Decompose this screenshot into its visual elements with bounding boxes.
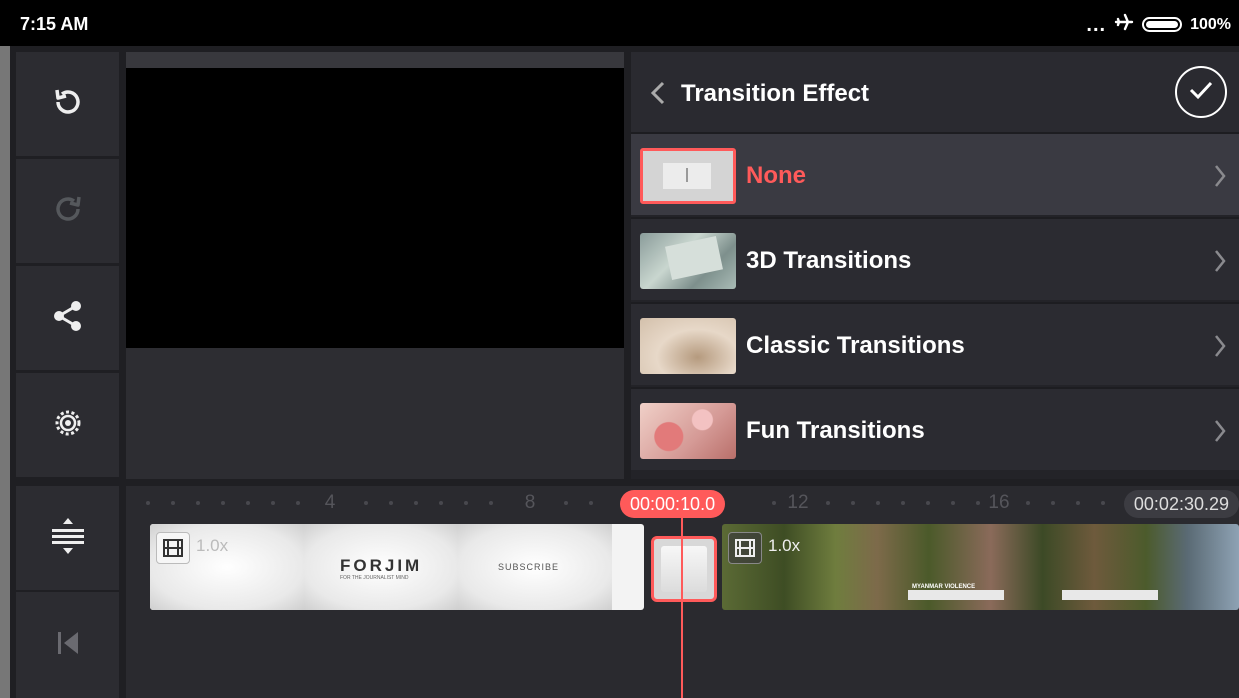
- caption-band: [908, 590, 1004, 600]
- video-clip-2[interactable]: MYANMAR VIOLENCE 1.0x: [722, 524, 1239, 610]
- clip-caption: MYANMAR VIOLENCE: [912, 584, 976, 590]
- ruler-tick: [976, 501, 980, 505]
- ruler-tick: [439, 501, 443, 505]
- row-label: None: [746, 162, 806, 189]
- expand-timeline-icon: [50, 516, 86, 561]
- transition-thumbnail: [640, 148, 736, 204]
- clip-speed: 1.0x: [196, 536, 229, 555]
- status-icons: ... 100%: [1086, 13, 1231, 36]
- panel-title: Transition Effect: [681, 80, 870, 107]
- ruler-tick: [221, 501, 225, 505]
- panel-header: Transition Effect: [631, 52, 1239, 132]
- transition-row-fun[interactable]: Fun Transitions: [631, 387, 1239, 470]
- clip-subscribe-text: SUBSCRIBE: [498, 562, 560, 572]
- clip-logo-subtitle: FOR THE JOURNALIST MIND: [340, 575, 409, 581]
- undo-icon: [49, 83, 87, 126]
- status-bar: 7:15 AM ... 100%: [0, 0, 1239, 46]
- transition-row-classic[interactable]: Classic Transitions: [631, 302, 1239, 385]
- transition-effect-panel: Transition Effect None 3D Transitions Cl…: [631, 52, 1239, 479]
- total-duration-badge: 00:02:30.29: [1123, 490, 1239, 518]
- jump-to-start-button[interactable]: [16, 592, 119, 698]
- transition-thumbnail: [640, 233, 736, 289]
- back-chevron-icon[interactable]: [649, 80, 667, 111]
- chevron-right-icon: [1213, 163, 1227, 194]
- transition-thumbnail: [640, 403, 736, 459]
- ruler-tick: [1026, 501, 1030, 505]
- airplane-mode-icon: [1114, 13, 1134, 36]
- ruler-tick: [1101, 501, 1105, 505]
- chevron-right-icon: [1213, 248, 1227, 279]
- ruler-number: 8: [524, 492, 536, 513]
- gear-icon: [50, 405, 86, 446]
- transition-slot[interactable]: [651, 536, 717, 602]
- transition-row-none[interactable]: None: [631, 132, 1239, 215]
- chevron-right-icon: [1213, 333, 1227, 364]
- ruler-tick: [364, 501, 368, 505]
- ruler-tick: [1051, 501, 1055, 505]
- ruler-tick: [489, 501, 493, 505]
- video-preview[interactable]: [126, 68, 624, 348]
- more-notifications-icon: ...: [1086, 13, 1107, 36]
- row-label: 3D Transitions: [746, 247, 912, 274]
- transition-slot-thumbnail: [661, 546, 707, 592]
- ruler-tick: [296, 501, 300, 505]
- video-clip-1[interactable]: 1.0x FORJIM FOR THE JOURNALIST MIND SUBS…: [150, 524, 644, 610]
- ruler-tick: [826, 501, 830, 505]
- timeline[interactable]: 4 8 12 16 00:00:10.0 00:02:30.29 1.0x FO…: [126, 486, 1239, 698]
- ruler-tick: [271, 501, 275, 505]
- redo-button[interactable]: [16, 159, 119, 263]
- transition-row-3d[interactable]: 3D Transitions: [631, 217, 1239, 300]
- film-icon: [728, 532, 762, 564]
- editor: Transition Effect None 3D Transitions Cl…: [10, 46, 1239, 698]
- ruler-tick: [589, 501, 593, 505]
- chevron-right-icon: [1213, 418, 1227, 449]
- redo-icon: [49, 190, 87, 233]
- battery-icon: [1142, 17, 1183, 32]
- film-icon: [156, 532, 190, 564]
- current-time-badge: 00:00:10.0: [620, 490, 726, 518]
- ruler-tick: [464, 501, 468, 505]
- row-label: Fun Transitions: [746, 417, 925, 444]
- undo-button[interactable]: [16, 52, 119, 156]
- ruler-tick: [196, 501, 200, 505]
- ruler-tick: [901, 501, 905, 505]
- caption-band: [1062, 590, 1158, 600]
- row-label: Classic Transitions: [746, 332, 965, 359]
- battery-percent: 100%: [1190, 15, 1231, 33]
- preview-controls-area: [126, 348, 624, 479]
- timeline-expand-button[interactable]: [16, 486, 119, 590]
- transition-thumbnail: [640, 318, 736, 374]
- ruler-number: 4: [324, 492, 336, 513]
- ruler-tick: [389, 501, 393, 505]
- share-button[interactable]: [16, 266, 119, 370]
- settings-button[interactable]: [16, 373, 119, 477]
- skip-to-start-icon: [54, 628, 82, 663]
- ruler-number: 12: [787, 492, 809, 513]
- ruler-tick: [926, 501, 930, 505]
- ruler-tick: [171, 501, 175, 505]
- ruler-tick: [1076, 501, 1080, 505]
- status-time: 7:15 AM: [20, 14, 89, 34]
- confirm-button[interactable]: [1175, 66, 1227, 118]
- clip-speed: 1.0x: [768, 536, 801, 555]
- ruler-tick: [851, 501, 855, 505]
- screen: 7:15 AM ... 100% Transition Effect None …: [0, 0, 1239, 698]
- ruler-tick: [146, 501, 150, 505]
- ruler-tick: [414, 501, 418, 505]
- ruler-number: 16: [988, 492, 1010, 513]
- playhead[interactable]: [681, 504, 683, 698]
- ruler-tick: [772, 501, 776, 505]
- ruler-tick: [876, 501, 880, 505]
- clip-logo-text: FORJIM: [340, 556, 423, 575]
- ruler-tick: [246, 501, 250, 505]
- check-icon: [1188, 80, 1214, 105]
- ruler-tick: [564, 501, 568, 505]
- share-icon: [50, 298, 86, 339]
- preview-top-bar: [126, 52, 624, 68]
- ruler-tick: [951, 501, 955, 505]
